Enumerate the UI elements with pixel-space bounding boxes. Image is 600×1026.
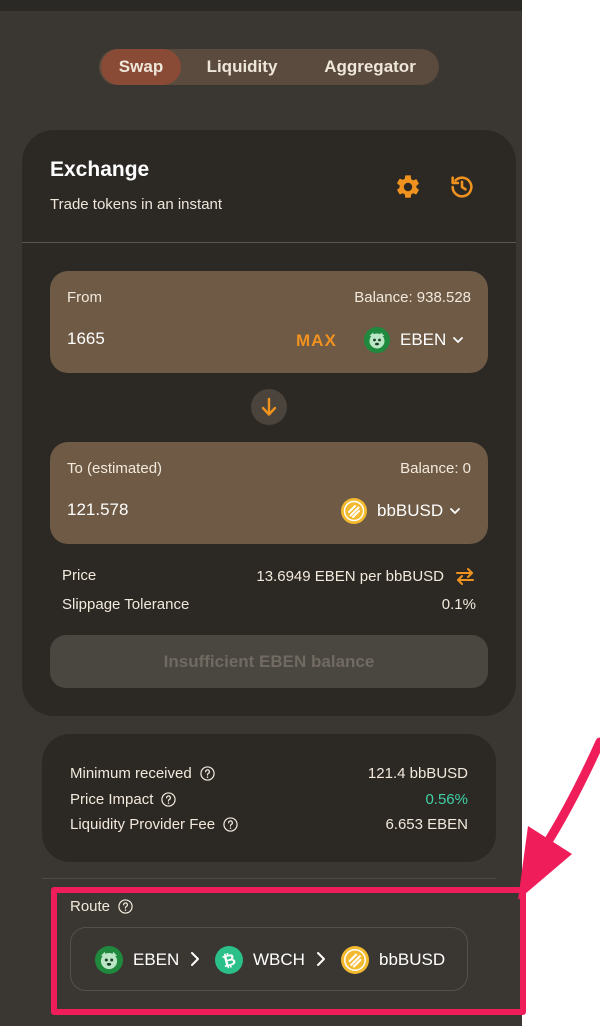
insufficient-balance-button[interactable]: Insufficient EBEN balance	[50, 635, 488, 688]
exchange-title: Exchange	[50, 158, 150, 181]
tab-aggregator[interactable]: Aggregator	[307, 49, 433, 85]
from-panel: From Balance: 938.528 MAX EBEN	[50, 271, 488, 373]
route-separator	[42, 878, 496, 879]
price-value: 13.6949 EBEN per bbBUSD	[256, 567, 444, 585]
from-amount-input[interactable]	[67, 329, 267, 349]
lp-fee-label: Liquidity Provider Fee	[70, 816, 216, 833]
lp-fee-value: 6.653 EBEN	[385, 816, 468, 833]
help-icon[interactable]	[200, 766, 215, 781]
from-token-select[interactable]: EBEN	[364, 325, 464, 355]
price-impact-row: Price Impact 0.56%	[70, 791, 468, 808]
price-value-wrap: 13.6949 EBEN per bbBUSD	[256, 567, 476, 585]
min-received-label: Minimum received	[70, 765, 192, 782]
price-impact-label: Price Impact	[70, 791, 154, 808]
arrow-down-icon	[261, 397, 277, 416]
route-highlight-box	[51, 887, 526, 1015]
to-amount-input[interactable]	[67, 500, 267, 520]
trade-summary-card: Minimum received 121.4 bbBUSD Price Impa…	[42, 734, 496, 862]
price-label: Price	[62, 567, 97, 584]
annotation-arrow-icon	[518, 737, 600, 900]
from-balance: Balance: 938.528	[354, 289, 471, 306]
lp-fee-row: Liquidity Provider Fee 6.653 EBEN	[70, 816, 468, 833]
slippage-label: Slippage Tolerance	[62, 596, 190, 613]
history-icon[interactable]	[448, 173, 476, 201]
top-bar	[0, 0, 522, 11]
from-token-name: EBEN	[400, 330, 447, 349]
from-label: From	[67, 289, 102, 306]
help-icon[interactable]	[161, 792, 177, 807]
slippage-row: Slippage Tolerance 0.1%	[62, 596, 476, 613]
switch-direction-button[interactable]	[251, 389, 287, 425]
bbbusd-token-icon	[341, 498, 367, 524]
to-token-select[interactable]: bbBUSD	[341, 496, 461, 526]
min-received-row: Minimum received 121.4 bbBUSD	[70, 765, 468, 782]
tab-swap[interactable]: Swap	[101, 49, 181, 85]
min-received-value: 121.4 bbBUSD	[367, 765, 468, 782]
slippage-value: 0.1%	[441, 596, 476, 613]
header-divider	[22, 242, 516, 243]
exchange-card: Exchange Trade tokens in an instant From…	[22, 130, 516, 716]
to-panel: To (estimated) Balance: 0 bbBUSD	[50, 442, 488, 544]
swap-price-icon[interactable]	[454, 567, 476, 585]
app-panel: Swap Liquidity Aggregator Exchange Trade…	[0, 0, 522, 1026]
to-label: To (estimated)	[67, 460, 163, 477]
help-icon[interactable]	[223, 817, 238, 832]
chevron-down-icon	[453, 337, 464, 343]
to-balance: Balance: 0	[400, 460, 471, 477]
price-impact-value: 0.56%	[425, 791, 468, 808]
price-row: Price 13.6949 EBEN per bbBUSD	[62, 567, 476, 585]
max-button[interactable]: MAX	[296, 331, 337, 351]
mode-tabs: Swap Liquidity Aggregator	[99, 49, 439, 85]
eben-token-icon	[364, 327, 390, 353]
tab-liquidity[interactable]: Liquidity	[191, 49, 293, 85]
to-token-name: bbBUSD	[377, 501, 444, 520]
chevron-down-icon	[450, 508, 461, 514]
gear-icon[interactable]	[394, 173, 422, 201]
exchange-subtitle: Trade tokens in an instant	[50, 196, 223, 213]
